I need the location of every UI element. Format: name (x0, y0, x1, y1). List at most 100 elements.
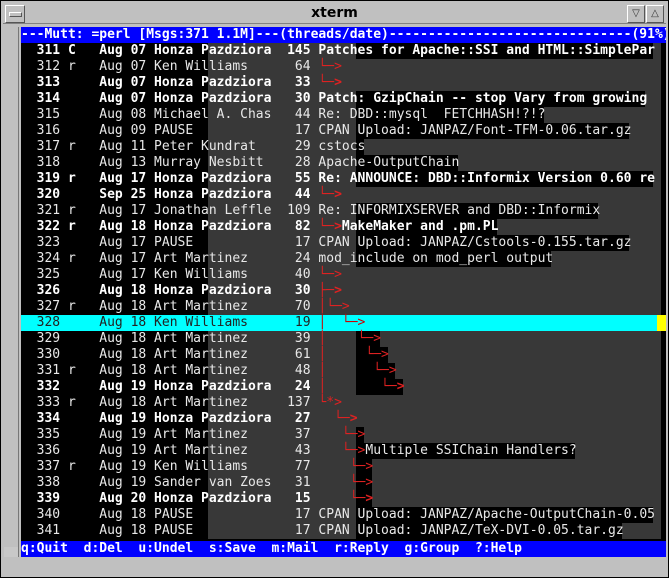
thread-arrow: └─> (318, 491, 374, 506)
thread-arrow: └─> (318, 219, 342, 234)
thread-arrow: │ └─> (318, 363, 397, 378)
message-row[interactable]: 325 Aug 17 Ken Williams 40 └─> (21, 267, 666, 283)
message-row[interactable]: 321 r Aug 17 Jonathan Leffle 109 Re: INF… (21, 203, 666, 219)
thread-arrow: └─> (318, 427, 366, 442)
scrollbar-thumb[interactable] (4, 27, 18, 547)
thread-arrow: │ └─> (318, 331, 382, 346)
message-row[interactable]: 333 r Aug 18 Art Martinez 137 └*> (21, 395, 666, 411)
maximize-button[interactable]: △ (646, 5, 664, 23)
message-row[interactable]: 334 Aug 19 Honza Pazdziora 27 └─> (21, 411, 666, 427)
thread-arrow: └─> (318, 459, 374, 474)
row-header: 314 Aug 07 Honza Pazdziora 30 (21, 91, 319, 106)
row-header: 327 r Aug 18 Art Martinez 70 (21, 299, 319, 314)
message-row[interactable]: 336 Aug 19 Art Martinez 43 └─>Multiple S… (21, 443, 666, 459)
thread-arrow: │ └─> (318, 315, 366, 330)
message-row[interactable]: 312 r Aug 07 Ken Williams 64 └─> (21, 59, 666, 75)
message-row[interactable]: 332 Aug 19 Honza Pazdziora 24 │ └─> (21, 379, 666, 395)
thread-arrow: └─> (318, 59, 342, 74)
window-title: xterm (311, 5, 358, 21)
row-header: 328 Aug 18 Ken Williams 19 (21, 315, 319, 330)
message-subject: Patches for Apache::SSI and HTML::Simple… (318, 43, 655, 58)
row-header: 325 Aug 17 Ken Williams 40 (21, 267, 319, 282)
row-header: 338 Aug 19 Sander van Zoes 31 (21, 475, 319, 490)
message-row[interactable]: 331 r Aug 18 Art Martinez 48 │ └─> (21, 363, 666, 379)
message-row[interactable]: 341 Aug 18 PAUSE 17 CPAN Upload: JANPAZ/… (21, 523, 666, 539)
message-subject: CPAN Upload: JANPAZ/Cstools-0.155.tar.gz (318, 235, 632, 250)
status-line: ---Mutt: =perl [Msgs:371 1.1M]---(thread… (21, 27, 666, 43)
message-row[interactable]: 320 Sep 25 Honza Pazdziora 44 └─> (21, 187, 666, 203)
message-subject: cstocs (318, 139, 366, 154)
thread-arrow: └─> (318, 443, 366, 458)
message-row[interactable]: 319 r Aug 17 Honza Pazdziora 55 Re: ANNO… (21, 171, 666, 187)
row-header: 330 Aug 18 Art Martinez 61 (21, 347, 319, 362)
message-subject: Re: ANNOUNCE: DBD::Informix Version 0.60… (318, 171, 655, 186)
message-subject: Apache-OutputChain (318, 155, 460, 170)
minimize-button[interactable]: ▽ (627, 5, 645, 23)
message-subject: Multiple SSIChain Handlers? (365, 443, 577, 458)
message-row[interactable]: 318 Aug 13 Murray Nesbitt 28 Apache-Outp… (21, 155, 666, 171)
message-row[interactable]: 323 Aug 17 PAUSE 17 CPAN Upload: JANPAZ/… (21, 235, 666, 251)
row-header: 320 Sep 25 Honza Pazdziora 44 (21, 187, 319, 202)
message-row[interactable]: 316 Aug 09 PAUSE 17 CPAN Upload: JANPAZ/… (21, 123, 666, 139)
thread-arrow: └─> (318, 475, 374, 490)
message-subject: Re: INFORMIXSERVER and DBD::Informix (318, 203, 601, 218)
title-bar[interactable]: xterm ▽ △ (3, 3, 666, 24)
message-row[interactable]: 338 Aug 19 Sander van Zoes 31 └─> (21, 475, 666, 491)
thread-arrow: │ └─> (318, 347, 389, 362)
message-subject: CPAN Upload: JANPAZ/Font-TFM-0.06.tar.gz (318, 123, 632, 138)
thread-arrow: │ └─> (318, 379, 405, 394)
message-row[interactable]: 314 Aug 07 Honza Pazdziora 30 Patch: Gzi… (21, 91, 666, 107)
message-row[interactable]: 326 Aug 18 Honza Pazdziora 30 ├─> (21, 283, 666, 299)
row-header: 332 Aug 19 Honza Pazdziora 24 (21, 379, 319, 394)
thread-arrow: └─> (318, 187, 342, 202)
row-header: 337 r Aug 19 Ken Williams 77 (21, 459, 319, 474)
thread-arrow: └*> (318, 395, 342, 410)
thread-arrow: └─> (318, 267, 342, 282)
thread-arrow: └─> (318, 411, 358, 426)
xterm-window: xterm ▽ △ ---Mutt: =perl [Msgs:371 1.1M]… (0, 0, 669, 578)
message-subject: Patch: GzipChain -- stop Vary from growi… (318, 91, 648, 106)
row-header: 341 Aug 18 PAUSE 17 (21, 523, 319, 538)
message-row[interactable]: 327 r Aug 18 Art Martinez 70 │└─> (21, 299, 666, 315)
row-header: 334 Aug 19 Honza Pazdziora 27 (21, 411, 319, 426)
thread-arrow: ├─> (318, 283, 342, 298)
message-subject: MakeMaker and .pm.PL (341, 219, 499, 234)
row-header: 333 r Aug 18 Art Martinez 137 (21, 395, 319, 410)
row-header: 340 Aug 18 PAUSE 17 (21, 507, 319, 522)
help-line: q:Quit d:Del u:Undel s:Save m:Mail r:Rep… (21, 541, 666, 557)
row-header: 324 r Aug 17 Art Martinez 24 (21, 251, 319, 266)
message-subject: mod_include on mod_perl output (318, 251, 554, 266)
message-row[interactable]: 340 Aug 18 PAUSE 17 CPAN Upload: JANPAZ/… (21, 507, 666, 523)
terminal[interactable]: ---Mutt: =perl [Msgs:371 1.1M]---(thread… (21, 27, 666, 557)
row-header: 319 r Aug 17 Honza Pazdziora 55 (21, 171, 319, 186)
message-row[interactable]: 313 Aug 07 Honza Pazdziora 33 └─> (21, 75, 666, 91)
scrollbar[interactable] (4, 27, 19, 557)
message-row[interactable]: 315 Aug 08 Michael A. Chas 44 Re: DBD::m… (21, 107, 666, 123)
thread-arrow: │└─> (318, 299, 350, 314)
message-row[interactable]: 317 r Aug 11 Peter Kundrat 29 cstocs (21, 139, 666, 155)
message-subject: CPAN Upload: JANPAZ/TeX-DVI-0.05.tar.gz (318, 523, 624, 538)
message-row[interactable]: 324 r Aug 17 Art Martinez 24 mod_include… (21, 251, 666, 267)
row-header: 329 Aug 18 Art Martinez 39 (21, 331, 319, 346)
row-header: 317 r Aug 11 Peter Kundrat 29 (21, 139, 319, 154)
row-header: 321 r Aug 17 Jonathan Leffle 109 (21, 203, 319, 218)
row-header: 313 Aug 07 Honza Pazdziora 33 (21, 75, 319, 90)
row-header: 339 Aug 20 Honza Pazdziora 15 (21, 491, 319, 506)
message-subject: CPAN Upload: JANPAZ/Apache-OutputChain-0… (318, 507, 655, 522)
row-header: 331 r Aug 18 Art Martinez 48 (21, 363, 319, 378)
row-header: 336 Aug 19 Art Martinez 43 (21, 443, 319, 458)
message-row[interactable]: 330 Aug 18 Art Martinez 61 │ └─> (21, 347, 666, 363)
message-subject: Re: DBD::mysql FETCHHASH!?!? (318, 107, 546, 122)
message-row[interactable]: 337 r Aug 19 Ken Williams 77 └─> (21, 459, 666, 475)
row-header: 322 r Aug 18 Honza Pazdziora 82 (21, 219, 319, 234)
message-row[interactable]: 328 Aug 18 Ken Williams 19 │ └─> (21, 315, 666, 331)
row-header: 318 Aug 13 Murray Nesbitt 28 (21, 155, 319, 170)
message-row[interactable]: 322 r Aug 18 Honza Pazdziora 82 └─>MakeM… (21, 219, 666, 235)
row-header: 316 Aug 09 PAUSE 17 (21, 123, 319, 138)
thread-arrow: └─> (318, 75, 342, 90)
message-row[interactable]: 339 Aug 20 Honza Pazdziora 15 └─> (21, 491, 666, 507)
row-header: 335 Aug 19 Art Martinez 37 (21, 427, 319, 442)
message-row[interactable]: 311 C Aug 07 Honza Pazdziora 145 Patches… (21, 43, 666, 59)
message-row[interactable]: 335 Aug 19 Art Martinez 37 └─> (21, 427, 666, 443)
message-row[interactable]: 329 Aug 18 Art Martinez 39 │ └─> (21, 331, 666, 347)
